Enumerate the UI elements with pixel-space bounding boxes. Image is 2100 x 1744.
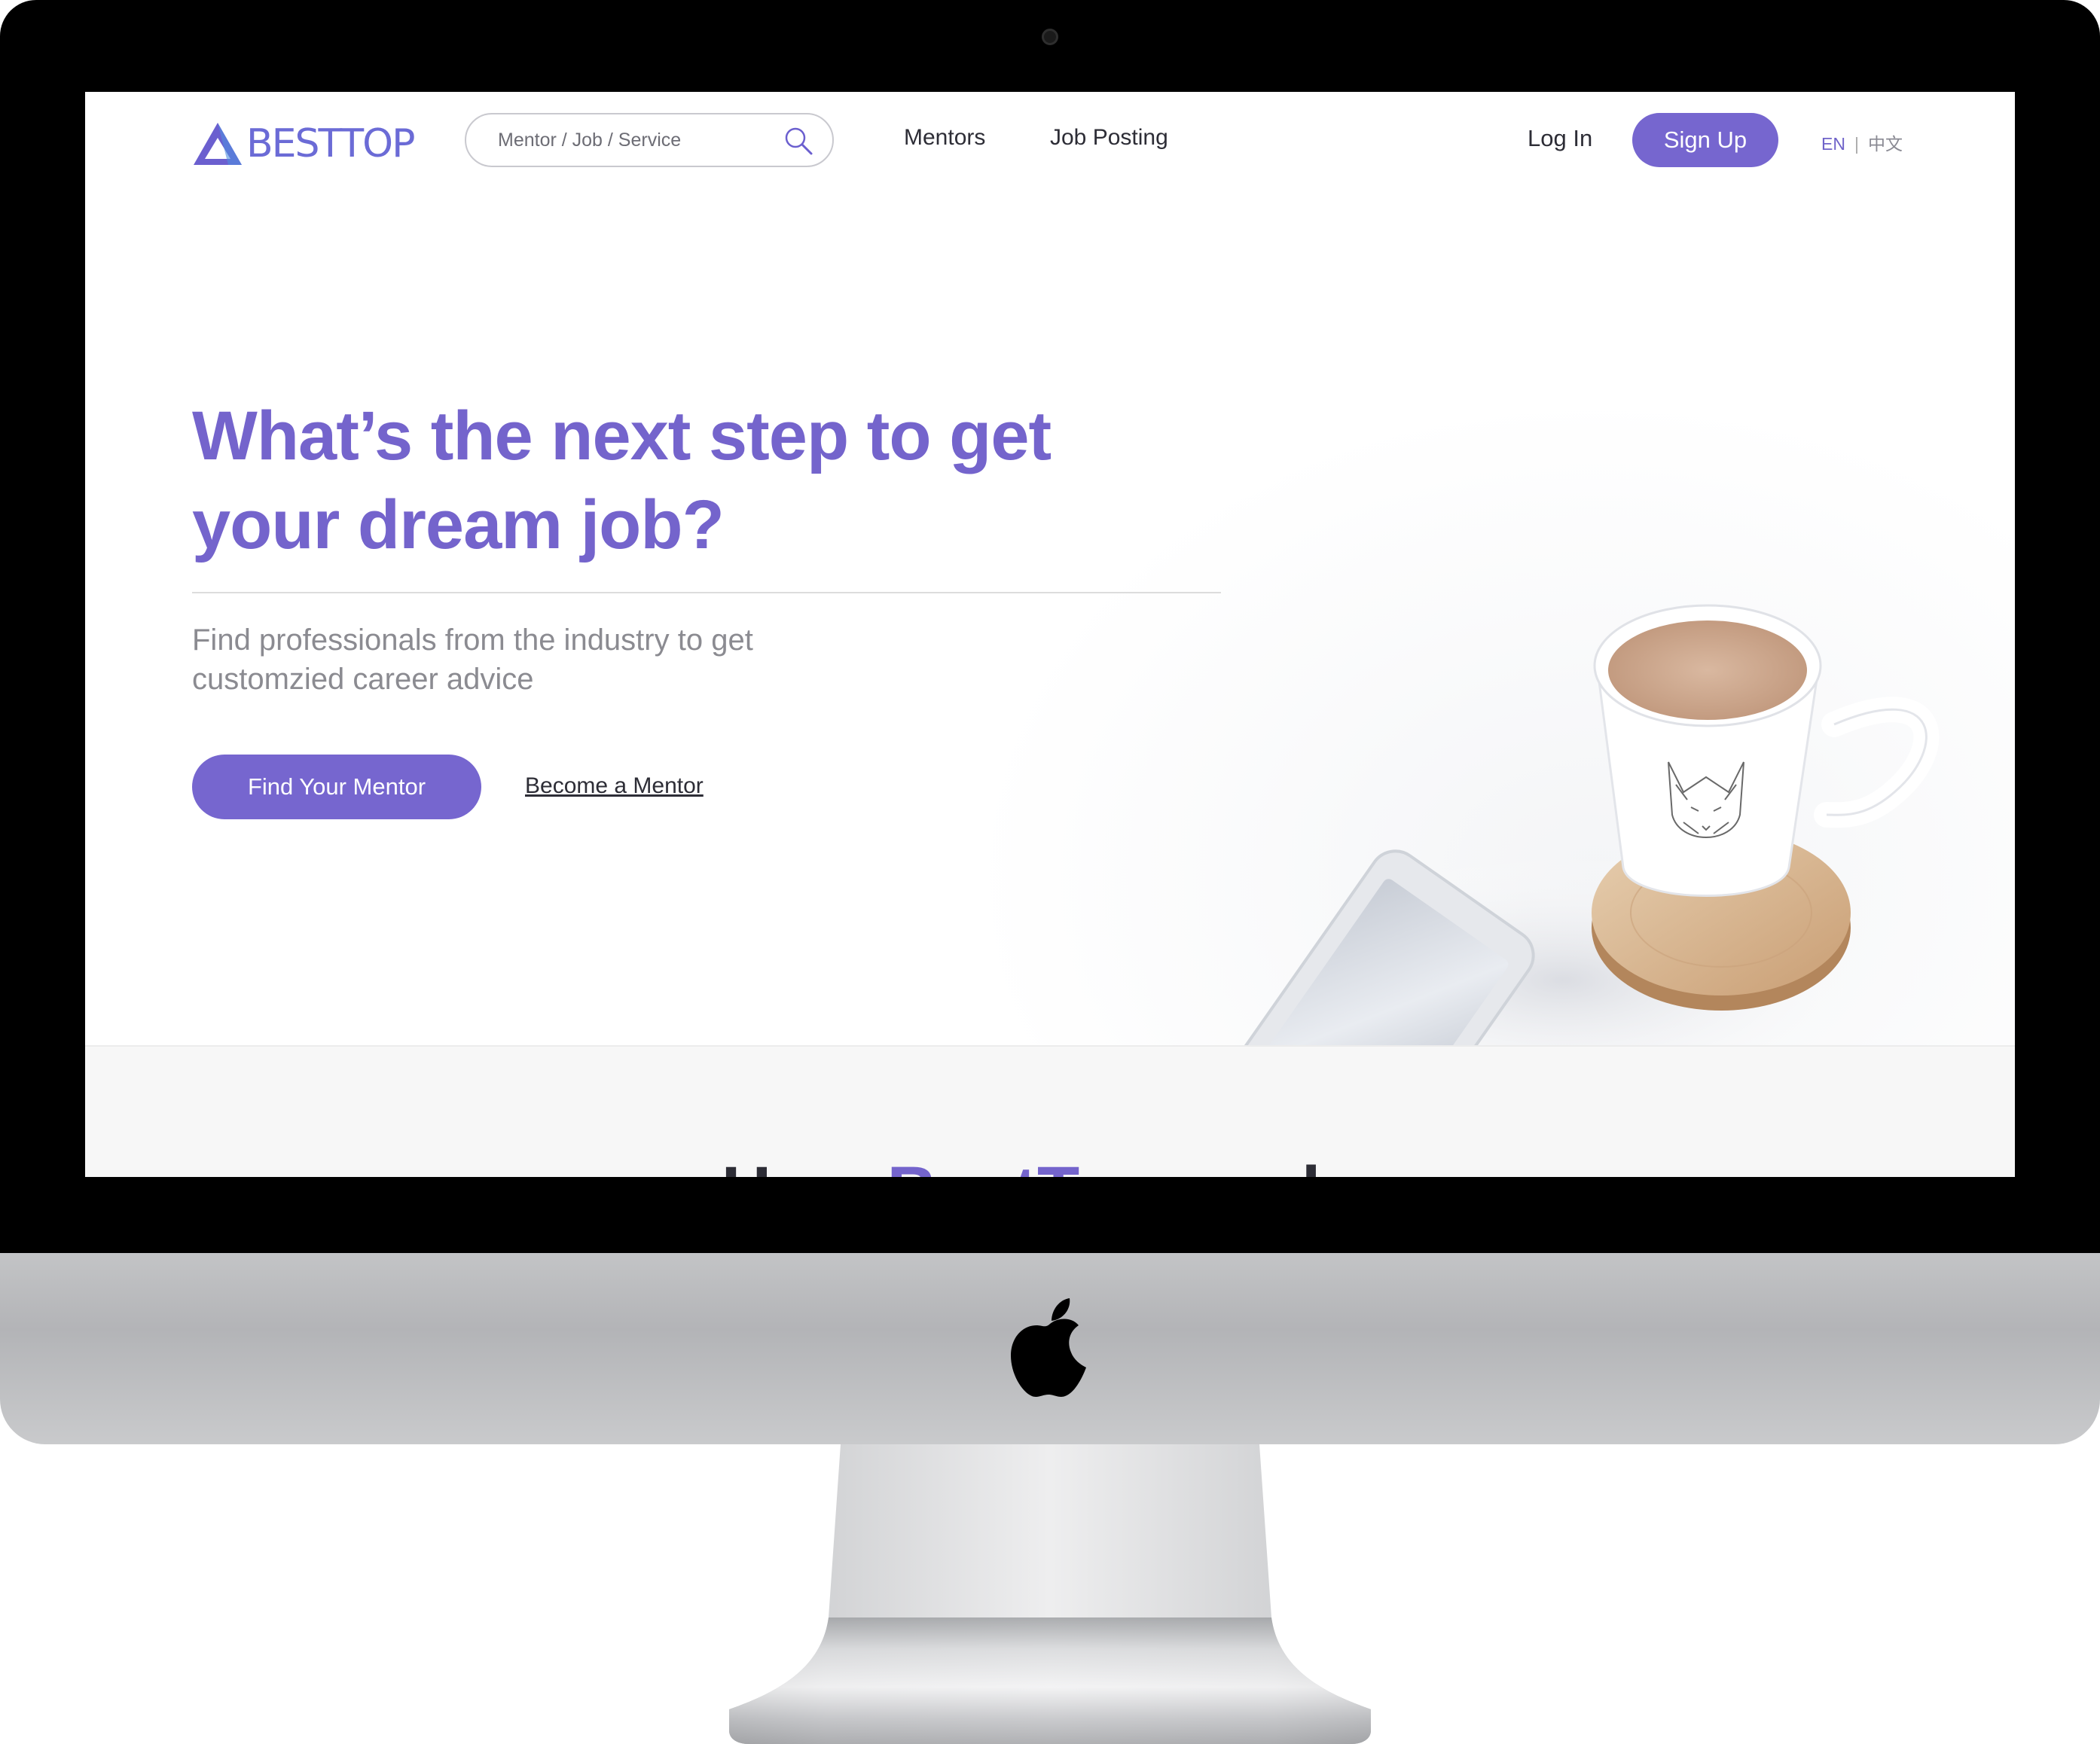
hero-subtitle: Find professionals from the industry to … xyxy=(192,624,753,696)
site-logo[interactable]: BESTTOP xyxy=(192,117,415,170)
top-navigation: BESTTOP Mentors Job Posting Log In Sign … xyxy=(85,92,2015,190)
find-mentor-button[interactable]: Find Your Mentor xyxy=(192,755,481,819)
nav-link-mentors[interactable]: Mentors xyxy=(904,125,985,151)
language-switcher: EN | 中文 xyxy=(1821,130,1903,155)
login-link[interactable]: Log In xyxy=(1528,125,1592,152)
section-title-prefix: How xyxy=(722,1153,887,1177)
lang-separator: | xyxy=(1854,134,1859,154)
become-mentor-link[interactable]: Become a Mentor xyxy=(525,773,704,799)
lang-en[interactable]: EN xyxy=(1821,134,1845,154)
triangle-logo-icon xyxy=(194,123,242,165)
lang-zh[interactable]: 中文 xyxy=(1868,134,1903,154)
search-box[interactable] xyxy=(465,113,834,167)
monitor-stand xyxy=(729,1444,1371,1744)
section-title-brand: BestTop xyxy=(887,1153,1159,1177)
camera-icon xyxy=(1042,29,1058,45)
apple-logo-icon xyxy=(1011,1298,1086,1397)
hero-divider xyxy=(192,592,1221,593)
browser-screen: BESTTOP Mentors Job Posting Log In Sign … xyxy=(85,92,2015,1177)
how-it-works-title: How BestTop works xyxy=(85,1152,2015,1177)
nav-link-job-posting[interactable]: Job Posting xyxy=(1050,125,1168,151)
search-input[interactable] xyxy=(496,128,768,152)
signup-button[interactable]: Sign Up xyxy=(1632,113,1778,167)
section-title-suffix: works xyxy=(1159,1153,1378,1177)
search-icon[interactable] xyxy=(783,125,814,157)
hero-headline: What’s the next step to get your dream j… xyxy=(192,398,1052,563)
logo-wordmark: BESTTOP xyxy=(246,121,415,166)
